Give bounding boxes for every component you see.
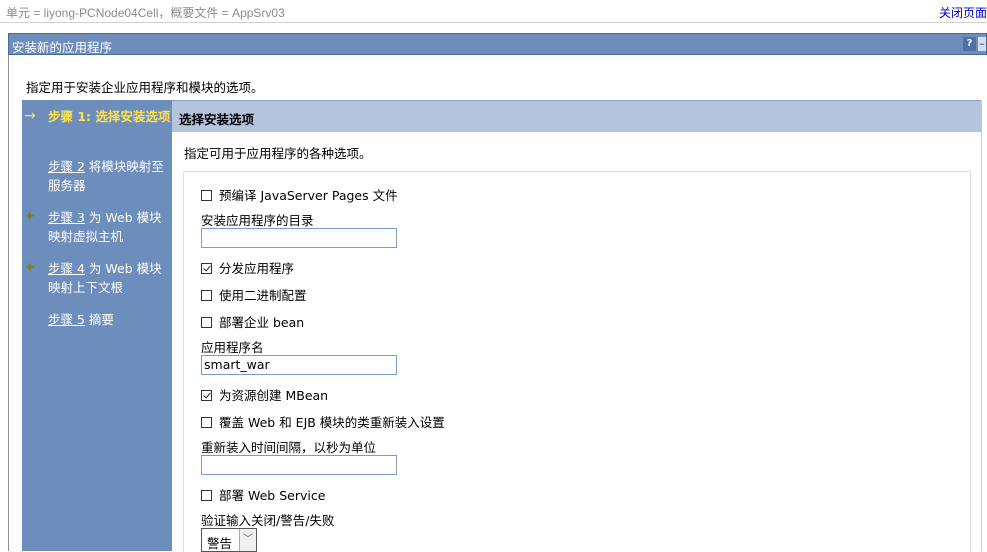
override-reload-label: 覆盖 Web 和 EJB 模块的类重新装入设置 [219,415,445,430]
distribute-app-option: 分发应用程序 [201,258,294,277]
portlet-titlebar: 安装新的应用程序 ? – [8,33,987,55]
scope-text: 单元 = liyong-PCNode04Cell，概要文件 = AppSrv03 [6,6,285,20]
deploy-webservice-option: 部署 Web Service [201,485,325,504]
validate-input-label: 验证输入关闭/警告/失败 [201,513,335,528]
wizard-step-5-link[interactable]: 步骤 5 [48,312,85,327]
wizard-step-4-link[interactable]: 步骤 4 [48,261,85,276]
wizard-step-5-label: 摘要 [84,312,114,327]
create-mbean-option: 为资源创建 MBean [201,385,328,404]
wizard-steps: → 步骤 1: 选择安装选项 步骤 2 将模块映射至服务器 ✦ 步骤 3 为 W… [22,100,174,551]
binary-config-checkbox[interactable] [201,290,212,301]
scope-bar: 单元 = liyong-PCNode04Cell，概要文件 = AppSrv03… [0,0,987,23]
help-icon[interactable]: ? [963,37,976,51]
step-content: 选择安装选项 指定可用于应用程序的各种选项。 预编译 JavaServer Pa… [172,100,982,552]
precompile-jsp-checkbox[interactable] [201,190,212,201]
deploy-webservice-label: 部署 Web Service [219,488,326,503]
close-page-link[interactable]: 关闭页面 [939,4,987,21]
required-step-star-icon: ✦ [24,209,36,225]
create-mbean-checkbox[interactable] [201,390,212,401]
wizard-step-2-link[interactable]: 步骤 2 [48,159,85,174]
override-reload-option: 覆盖 Web 和 EJB 模块的类重新装入设置 [201,412,445,431]
wizard-step-1-label: 步骤 1: 选择安装选项 [48,109,171,124]
validate-input-select[interactable]: 警告 ﹀ [201,528,257,552]
deploy-webservice-checkbox[interactable] [201,490,212,501]
frame-border [8,55,9,551]
step-header: 选择安装选项 [172,100,981,132]
create-mbean-label: 为资源创建 MBean [219,388,329,403]
deploy-ejb-option: 部署企业 bean [201,312,304,331]
binary-config-label: 使用二进制配置 [219,288,307,303]
step-description: 指定可用于应用程序的各种选项。 [184,146,372,161]
distribute-app-label: 分发应用程序 [219,261,295,276]
page-title: 安装新的应用程序 [12,40,113,55]
precompile-jsp-label: 预编译 JavaServer Pages 文件 [219,188,398,203]
binary-config-option: 使用二进制配置 [201,285,307,304]
required-step-star-icon: ✦ [24,260,36,276]
minimize-icon[interactable]: – [978,37,986,51]
intro-text: 指定用于安装企业应用程序和模块的选项。 [26,80,264,95]
reload-interval-label: 重新装入时间间隔，以秒为单位 [201,440,377,455]
precompile-jsp-option: 预编译 JavaServer Pages 文件 [201,185,398,204]
step-header-title: 选择安装选项 [179,112,255,127]
wizard-step-3-link[interactable]: 步骤 3 [48,210,85,225]
app-name-label: 应用程序名 [201,340,264,355]
install-options-form: 预编译 JavaServer Pages 文件 安装应用程序的目录 分发应用程序… [183,171,971,552]
validate-input-value: 警告 [207,536,233,551]
chevron-down-icon[interactable]: ﹀ [239,529,256,551]
reload-interval-input[interactable] [201,455,397,475]
current-step-arrow-icon: → [24,108,36,124]
deploy-ejb-checkbox[interactable] [201,317,212,328]
distribute-app-checkbox[interactable] [201,263,212,274]
install-dir-input[interactable] [201,228,397,248]
install-dir-label: 安装应用程序的目录 [201,213,314,228]
override-reload-checkbox[interactable] [201,417,212,428]
deploy-ejb-label: 部署企业 bean [219,315,305,330]
app-name-input[interactable]: smart_war [201,355,397,375]
